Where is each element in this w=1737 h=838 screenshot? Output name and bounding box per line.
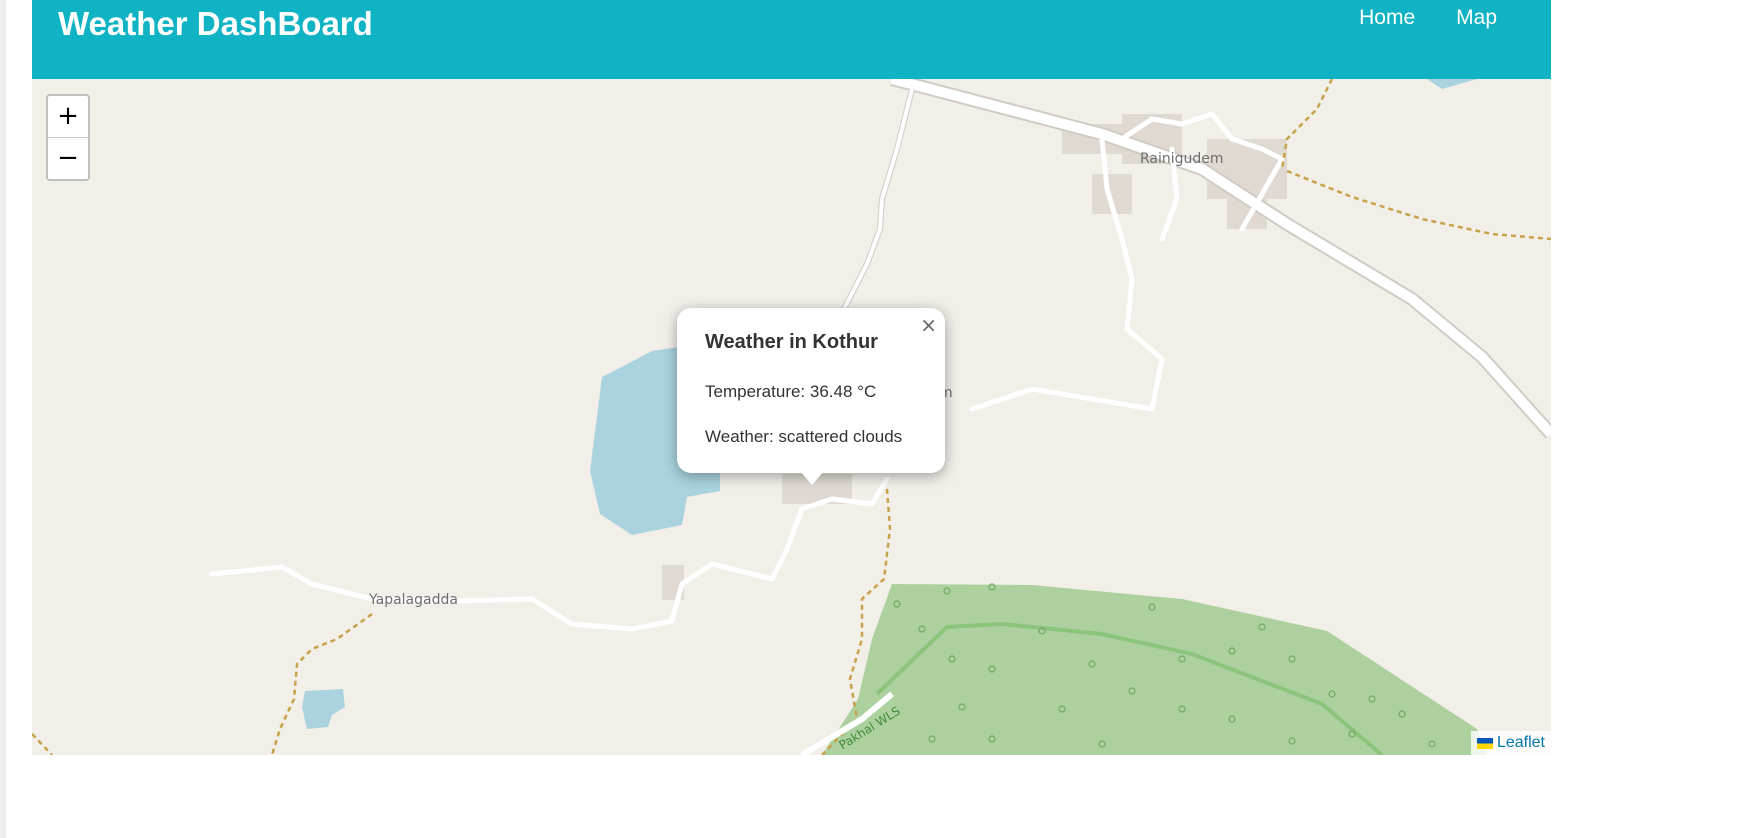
map-label-rainigudem: Rainigudem [1140,151,1224,167]
popup-temperature: Temperature: 36.48 °C [705,382,877,401]
page-left-gutter [0,0,6,838]
leaflet-link[interactable]: Leaflet [1497,731,1545,755]
nav-links: Home Map [1359,6,1497,30]
zoom-out-button[interactable]: − [48,138,88,179]
page-right-gutter [1551,0,1737,838]
top-navbar: Weather DashBoard Home Map [32,0,1551,79]
map-label-yapalagadda: Yapalagadda [369,592,458,608]
map-view[interactable]: Rainigudem Yapalagadda m Pakhal WLS + − … [32,79,1551,755]
nav-home-link[interactable]: Home [1359,6,1415,30]
popup-tip [800,471,824,485]
map-attribution: Leaflet [1470,731,1551,755]
popup-title: Weather in Kothur [705,331,878,353]
ukraine-flag-icon [1476,737,1493,749]
road-north-south [829,88,915,343]
main-road [890,79,1551,439]
pond [302,689,345,729]
zoom-control: + − [46,94,90,181]
forest-area [822,584,1487,755]
popup-close-button[interactable]: × [920,313,937,337]
weather-popup: × Weather in Kothur Temperature: 36.48 °… [677,308,945,485]
nav-map-link[interactable]: Map [1456,6,1497,30]
water-sliver [1427,79,1477,89]
zoom-in-button[interactable]: + [48,96,88,138]
popup-weather: Weather: scattered clouds [705,427,903,446]
app-title: Weather DashBoard [58,5,373,42]
main-road-fill [890,79,1551,438]
edge-dashed-path [32,733,53,755]
